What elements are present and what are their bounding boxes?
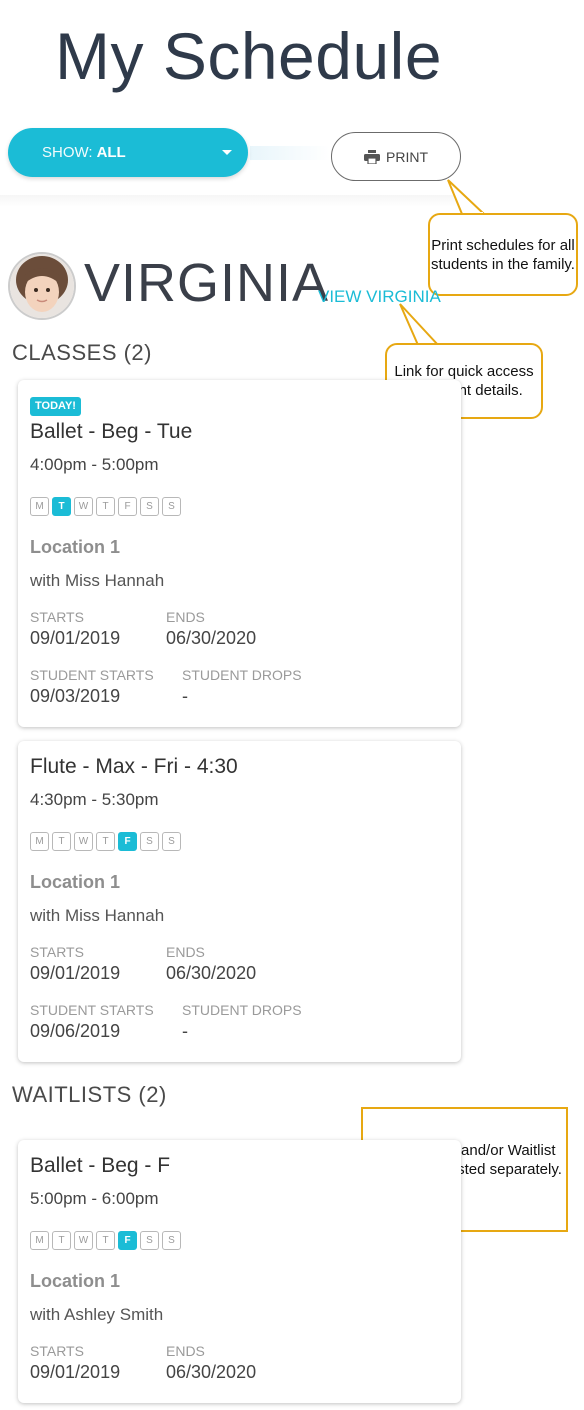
day-thu: T — [96, 497, 115, 516]
waitlists-section-title: WAITLISTS (2) — [12, 1082, 167, 1107]
class-time: 4:30pm - 5:30pm — [30, 790, 159, 809]
day-tue: T — [52, 832, 71, 851]
day-wed: W — [74, 497, 93, 516]
day-sun: S — [162, 832, 181, 851]
ends-label: ENDS — [166, 944, 205, 960]
student-avatar — [10, 254, 74, 318]
class-time: 5:00pm - 6:00pm — [30, 1189, 159, 1208]
waitlist-card[interactable]: Ballet - Beg - F 5:00pm - 6:00pm M T W T… — [18, 1140, 461, 1403]
student-starts-label: STUDENT STARTS — [30, 667, 154, 683]
day-sun: S — [162, 497, 181, 516]
day-sun: S — [162, 1231, 181, 1250]
show-filter-value: ALL — [96, 144, 126, 161]
class-instructor: with Ashley Smith — [30, 1305, 164, 1324]
class-name: Ballet - Beg - F — [30, 1154, 171, 1177]
page-title: My Schedule — [55, 19, 443, 93]
class-location: Location 1 — [30, 1271, 121, 1291]
day-tue: T — [52, 497, 71, 516]
callout-print-pointer — [447, 179, 487, 216]
ends-value: 06/30/2020 — [166, 1362, 257, 1382]
student-drops-value: - — [182, 1021, 188, 1041]
day-fri: F — [118, 1231, 137, 1250]
starts-label: STARTS — [30, 1343, 84, 1359]
starts-value: 09/01/2019 — [30, 963, 121, 983]
weekday-indicator: M T W T F S S — [30, 832, 181, 851]
student-drops-label: STUDENT DROPS — [182, 667, 302, 683]
day-tue: T — [52, 1231, 71, 1250]
callout-print-text: Print schedules for all students in the … — [431, 236, 575, 273]
toolbar-divider — [250, 146, 330, 160]
ends-label: ENDS — [166, 609, 205, 625]
starts-label: STARTS — [30, 944, 84, 960]
callout-print: Print schedules for all students in the … — [428, 213, 578, 296]
caret-down-icon — [222, 150, 232, 155]
day-thu: T — [96, 832, 115, 851]
today-badge: TODAY! — [30, 397, 81, 416]
day-thu: T — [96, 1231, 115, 1250]
weekday-indicator: M T W T F S S — [30, 1231, 181, 1250]
show-filter-label: SHOW: — [42, 144, 93, 161]
student-starts-value: 09/03/2019 — [30, 686, 121, 706]
toolbar-shadow — [0, 195, 460, 207]
class-name: Ballet - Beg - Tue — [30, 420, 193, 443]
day-mon: M — [30, 832, 49, 851]
starts-value: 09/01/2019 — [30, 628, 121, 648]
day-wed: W — [74, 1231, 93, 1250]
class-card[interactable]: Flute - Max - Fri - 4:30 4:30pm - 5:30pm… — [18, 741, 461, 1062]
student-starts-label: STUDENT STARTS — [30, 1002, 154, 1018]
avatar-image — [10, 254, 74, 318]
day-sat: S — [140, 1231, 159, 1250]
student-drops-value: - — [182, 686, 188, 706]
starts-label: STARTS — [30, 609, 84, 625]
ends-value: 06/30/2020 — [166, 628, 257, 648]
day-mon: M — [30, 497, 49, 516]
print-label: PRINT — [386, 148, 428, 165]
class-location: Location 1 — [30, 872, 121, 892]
printer-icon — [364, 149, 380, 164]
show-filter-dropdown[interactable]: SHOW: ALL — [8, 128, 248, 177]
class-instructor: with Miss Hannah — [30, 571, 165, 590]
print-button[interactable]: PRINT — [331, 132, 461, 181]
day-mon: M — [30, 1231, 49, 1250]
classes-section-title: CLASSES (2) — [12, 340, 152, 365]
class-instructor: with Miss Hannah — [30, 906, 165, 925]
day-sat: S — [140, 832, 159, 851]
class-card[interactable]: TODAY! Ballet - Beg - Tue 4:00pm - 5:00p… — [18, 380, 461, 727]
student-starts-value: 09/06/2019 — [30, 1021, 121, 1041]
student-drops-label: STUDENT DROPS — [182, 1002, 302, 1018]
ends-value: 06/30/2020 — [166, 963, 257, 983]
day-wed: W — [74, 832, 93, 851]
ends-label: ENDS — [166, 1343, 205, 1359]
class-location: Location 1 — [30, 537, 121, 557]
class-name: Flute - Max - Fri - 4:30 — [30, 755, 238, 778]
starts-value: 09/01/2019 — [30, 1362, 121, 1382]
day-sat: S — [140, 497, 159, 516]
weekday-indicator: M T W T F S S — [30, 497, 181, 516]
student-name: VIRGINIA — [84, 253, 330, 313]
class-time: 4:00pm - 5:00pm — [30, 455, 159, 474]
day-fri: F — [118, 832, 137, 851]
day-fri: F — [118, 497, 137, 516]
